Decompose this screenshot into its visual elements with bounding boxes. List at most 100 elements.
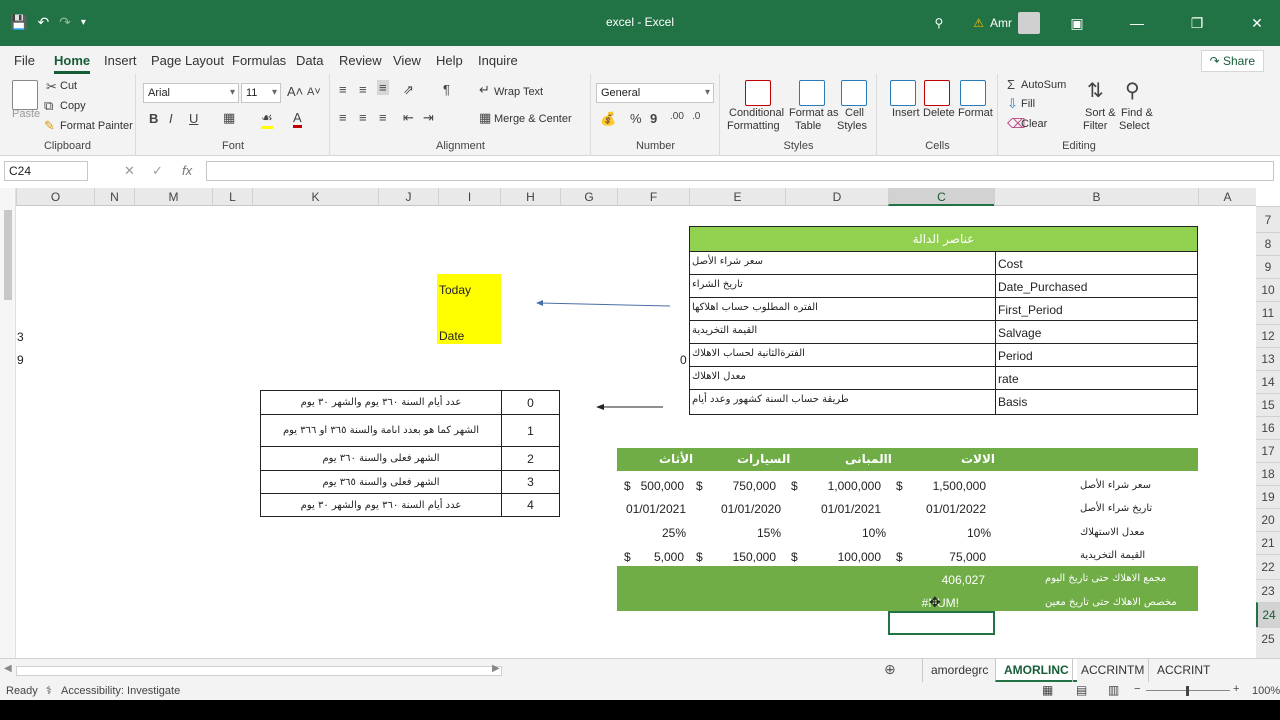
cell-styles-icon[interactable]	[841, 80, 867, 106]
share-button[interactable]: ↷ Share	[1200, 50, 1264, 72]
basis-number[interactable]: 0	[501, 391, 559, 415]
cell-date[interactable]: 01/01/2021	[620, 502, 686, 516]
elements-english-label[interactable]: Date_Purchased	[995, 275, 1197, 297]
col-header-h[interactable]: H	[500, 188, 560, 206]
elements-english-label[interactable]: rate	[995, 367, 1197, 389]
zoom-level[interactable]: 100%	[1252, 685, 1280, 697]
increase-indent-icon[interactable]: ⇥	[423, 110, 434, 126]
cell-rate[interactable]: 25%	[630, 526, 686, 540]
number-format-select[interactable]: General	[596, 83, 714, 103]
asset-header-buildings[interactable]: االمبانى	[845, 452, 892, 466]
comma-icon[interactable]: 9	[650, 111, 657, 126]
conditional-formatting-line2[interactable]: Formatting	[727, 120, 780, 132]
font-size-select[interactable]: 11	[241, 83, 281, 103]
paste-icon[interactable]	[12, 80, 38, 110]
cell-rate[interactable]: 15%	[705, 526, 781, 540]
col-header-d[interactable]: D	[785, 188, 888, 206]
format-painter-button[interactable]: Format Painter	[60, 120, 133, 132]
row-header[interactable]: 16	[1256, 416, 1280, 439]
increase-decimal-icon[interactable]: .00	[670, 111, 684, 122]
elements-english-label[interactable]: Salvage	[995, 321, 1197, 343]
decrease-indent-icon[interactable]: ⇤	[403, 110, 414, 126]
sheet-tab-amorlinc[interactable]: AMORLINC	[995, 659, 1077, 682]
tab-inquire[interactable]: Inquire	[478, 53, 518, 68]
col-header-n[interactable]: N	[94, 188, 134, 206]
increase-font-icon[interactable]: A˄	[287, 84, 303, 99]
basis-description[interactable]: الشهر فعلى والسنة ٣٦٥ يوم	[261, 471, 501, 494]
cell-partial[interactable]: 3	[17, 330, 24, 344]
cell-cost[interactable]: 1,000,000	[800, 479, 881, 493]
paste-button[interactable]: Paste	[12, 108, 40, 120]
zoom-in-icon[interactable]: +	[1233, 683, 1239, 695]
tab-home[interactable]: Home	[54, 53, 91, 74]
row-header[interactable]: 13	[1256, 347, 1280, 370]
today-date-box[interactable]: Today Date	[437, 274, 501, 344]
format-as-table-line2[interactable]: Table	[795, 120, 821, 132]
cell-salvage[interactable]: 5,000	[633, 550, 684, 564]
row-header[interactable]: 19	[1256, 485, 1280, 508]
decrease-decimal-icon[interactable]: .0	[692, 111, 700, 122]
align-center-icon[interactable]: ≡	[359, 110, 367, 125]
asset-row-label[interactable]: معدل الاستهلاك	[1080, 527, 1196, 538]
elements-english-label[interactable]: Cost	[995, 252, 1197, 274]
text-direction-icon[interactable]: ¶	[443, 82, 450, 97]
sheet-tab-amordegrc[interactable]: amordegrc	[922, 659, 996, 682]
format-cells-button[interactable]: Format	[958, 107, 993, 119]
fill-button[interactable]: Fill	[1021, 98, 1035, 110]
accessibility-status[interactable]: Accessibility: Investigate	[61, 685, 180, 697]
elements-table-header[interactable]: عناصر الدالة	[690, 227, 1197, 251]
elements-arabic-label[interactable]: القيمة التخريدية	[692, 325, 992, 336]
asset-header-furniture[interactable]: الأثاث	[659, 452, 693, 466]
asset-row-label[interactable]: سعر شراء الأصل	[1080, 480, 1196, 491]
fill-color-icon[interactable]: ☙	[261, 110, 273, 129]
find-select-line2[interactable]: Select	[1119, 120, 1150, 132]
percent-icon[interactable]: %	[630, 111, 642, 126]
col-header-l[interactable]: L	[212, 188, 252, 206]
row-header[interactable]: 9	[1256, 255, 1280, 278]
row-header[interactable]: 21	[1256, 531, 1280, 554]
elements-arabic-label[interactable]: سعر شراء الأصل	[692, 256, 992, 267]
row-header[interactable]: 12	[1256, 324, 1280, 347]
basis-description[interactable]: الشهر كما هو بعدد اىامة والسنة ٣٦٥ او ٣٦…	[261, 415, 501, 447]
cell-date[interactable]: 01/01/2021	[800, 502, 881, 516]
tab-file[interactable]: File	[14, 53, 35, 68]
cut-icon[interactable]: ✂	[46, 79, 57, 95]
search-icon[interactable]: ⚲	[934, 16, 943, 30]
selected-cell-c24[interactable]	[888, 611, 995, 635]
sheet-tab-accrintm[interactable]: ACCRINTM	[1072, 659, 1152, 682]
bold-icon[interactable]: B	[149, 111, 158, 126]
elements-english-label[interactable]: Basis	[995, 390, 1197, 415]
row-header[interactable]: 11	[1256, 301, 1280, 324]
tab-insert[interactable]: Insert	[104, 53, 137, 68]
normal-view-icon[interactable]: ▦	[1042, 683, 1053, 697]
format-painter-icon[interactable]: ✎	[44, 118, 55, 134]
basis-number[interactable]: 4	[501, 494, 559, 517]
copy-icon[interactable]: ⧉	[44, 98, 53, 114]
delete-cells-button[interactable]: Delete	[923, 107, 955, 119]
formula-input[interactable]	[206, 161, 1274, 181]
elements-arabic-label[interactable]: الفتره المطلوب حساب اهلاكها	[692, 302, 992, 313]
fill-icon[interactable]: ⇩	[1007, 96, 1018, 112]
cell-cost[interactable]: 500,000	[633, 479, 684, 493]
decrease-font-icon[interactable]: A˅	[307, 86, 321, 98]
merge-center-button[interactable]: Merge & Center	[494, 113, 572, 125]
col-header-b[interactable]: B	[994, 188, 1198, 206]
cell-cost[interactable]: 750,000	[705, 479, 776, 493]
row-header-selected[interactable]: 24	[1256, 602, 1280, 627]
elements-arabic-label[interactable]: تاريخ الشراء	[692, 279, 992, 290]
cell-salvage[interactable]: 150,000	[705, 550, 776, 564]
zoom-slider-thumb[interactable]	[1186, 686, 1189, 696]
font-name-select[interactable]: Arial	[143, 83, 239, 103]
basis-number[interactable]: 2	[501, 447, 559, 471]
tab-data[interactable]: Data	[296, 53, 323, 68]
row-header[interactable]: 7	[1256, 206, 1280, 232]
name-box[interactable]: C24	[4, 161, 88, 181]
cell-styles-line2[interactable]: Styles	[837, 120, 867, 132]
insert-cells-icon[interactable]	[890, 80, 916, 106]
row-header[interactable]: 10	[1256, 278, 1280, 301]
font-color-icon[interactable]: A	[293, 110, 302, 128]
page-layout-view-icon[interactable]: ▤	[1076, 683, 1087, 697]
basis-description[interactable]: عدد أيام السنة ٣٦٠ يوم والشهر ٣٠ يوم	[261, 494, 501, 517]
tab-page-layout[interactable]: Page Layout	[151, 53, 224, 68]
minimize-icon[interactable]: —	[1114, 15, 1160, 31]
